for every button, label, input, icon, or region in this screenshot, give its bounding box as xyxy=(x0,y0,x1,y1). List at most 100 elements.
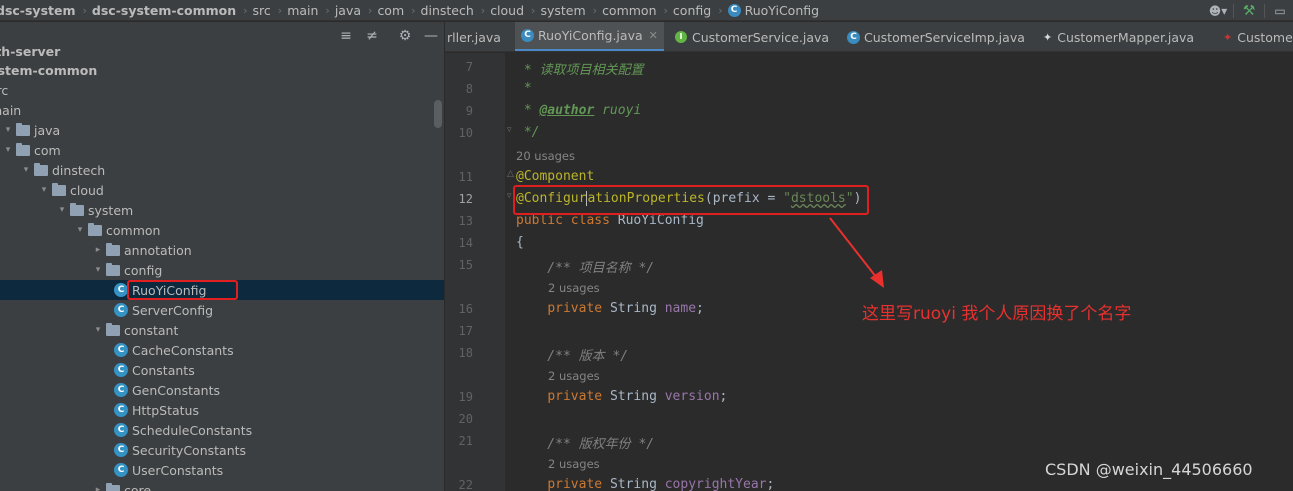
javadoc-tag: @author xyxy=(539,103,595,118)
folder-icon xyxy=(16,142,30,156)
editor-tab[interactable]: ✦ CustomerMapper.java xyxy=(1037,22,1200,51)
fold-icon[interactable]: ▿ xyxy=(507,125,512,135)
tree-item[interactable]: C ServerConfig xyxy=(0,300,444,320)
comment-text: * xyxy=(523,81,532,96)
fold-icon[interactable]: △ xyxy=(507,169,514,179)
tree-item[interactable]: ▸ core xyxy=(0,480,444,491)
line-number: 20 xyxy=(458,412,473,426)
editor-tab[interactable]: ✦ Customer xyxy=(1217,22,1293,51)
breadcrumb-separator-icon: › xyxy=(325,4,330,17)
tree-item[interactable]: C Constants xyxy=(0,360,444,380)
tree-item-label: system xyxy=(88,202,134,218)
tree-item[interactable]: C SecurityConstants xyxy=(0,440,444,460)
tree-item-label: src xyxy=(0,82,9,98)
tree-item-label: ScheduleConstants xyxy=(132,422,253,438)
tree-item[interactable]: auth-server xyxy=(0,41,444,61)
class-icon: C xyxy=(114,423,128,437)
tree-item[interactable]: ▾ com xyxy=(0,140,444,160)
separator xyxy=(1264,3,1265,18)
chevron-down-icon[interactable]: ▾ xyxy=(90,265,106,275)
breadcrumb-item[interactable]: java xyxy=(335,3,365,18)
code-line-22: private String copyrightYear; xyxy=(547,477,775,491)
tree-item-label: ServerConfig xyxy=(132,302,214,318)
usages-hint[interactable]: 2 usages xyxy=(548,369,600,383)
tree-item[interactable]: src xyxy=(0,80,444,100)
class-icon: C xyxy=(114,463,128,477)
tree-item[interactable]: C GenConstants xyxy=(0,380,444,400)
chevron-down-icon[interactable]: ▾ xyxy=(90,325,106,335)
tree-item[interactable]: ▾ config xyxy=(0,260,444,280)
user-icon[interactable]: ☻▾ xyxy=(1205,0,1231,20)
breadcrumb-item[interactable]: system xyxy=(540,3,589,18)
run-config-icon[interactable]: ▭ xyxy=(1267,0,1293,20)
tree-item-label: cloud xyxy=(70,182,104,198)
tree-item[interactable]: C UserConstants xyxy=(0,460,444,480)
folder-icon xyxy=(106,482,120,491)
usages-hint[interactable]: 2 usages xyxy=(548,281,600,295)
breadcrumb-item[interactable]: cloud xyxy=(490,3,528,18)
tree-item-label: main xyxy=(0,102,22,118)
chevron-down-icon[interactable]: ▾ xyxy=(72,225,88,235)
mybatis-bird-icon: ✦ xyxy=(1043,30,1053,44)
class-icon: C xyxy=(727,4,741,17)
line-number: 7 xyxy=(465,60,473,74)
breadcrumb-item[interactable]: src xyxy=(253,3,275,18)
breadcrumb-item[interactable]: dsc-system-common xyxy=(92,3,240,18)
chevron-down-icon[interactable]: ▾ xyxy=(0,125,16,135)
tree-item[interactable]: C ScheduleConstants xyxy=(0,420,444,440)
chevron-down-icon[interactable]: ▾ xyxy=(0,145,16,155)
tree-item-label: SecurityConstants xyxy=(132,442,247,458)
chevron-down-icon[interactable]: ▾ xyxy=(36,185,52,195)
breadcrumb-item[interactable]: common xyxy=(602,3,660,18)
comment-text: 版权年份 xyxy=(578,437,631,452)
close-icon[interactable]: ✕ xyxy=(649,29,658,42)
tree-item[interactable]: ▾ java xyxy=(0,120,444,140)
chevron-down-icon[interactable]: ▾ xyxy=(18,165,34,175)
tree-item[interactable]: ▾ dinstech xyxy=(0,160,444,180)
tree-item[interactable]: main xyxy=(0,100,444,120)
breadcrumb-item[interactable]: com xyxy=(377,3,408,18)
usages-hint[interactable]: 2 usages xyxy=(548,457,600,471)
tree-item[interactable]: ▾ cloud xyxy=(0,180,444,200)
tree-item[interactable]: C HttpStatus xyxy=(0,400,444,420)
separator xyxy=(1233,3,1234,18)
breadcrumb-item[interactable]: main xyxy=(287,3,322,18)
watermark: CSDN @weixin_44506660 xyxy=(1045,460,1253,479)
comment-text: 版本 xyxy=(578,349,605,364)
type-name: String xyxy=(609,477,657,491)
code-line-19: private String version; xyxy=(547,389,728,404)
tree-item-label: HttpStatus xyxy=(132,402,199,418)
breadcrumb-item[interactable]: config xyxy=(673,3,715,18)
tree-item-label: system-common xyxy=(0,62,98,78)
editor-tab[interactable]: C RuoYiConfig.java ✕ xyxy=(515,22,664,51)
breadcrumb-separator-icon: › xyxy=(243,4,248,17)
breadcrumb-item[interactable]: dsc-system xyxy=(0,3,80,18)
type-name: String xyxy=(609,301,657,316)
chevron-right-icon[interactable]: ▸ xyxy=(90,485,106,491)
breadcrumb-item[interactable]: dinstech xyxy=(421,3,478,18)
code-line-15: /** 项目名称 */ xyxy=(516,261,655,276)
line-number: 22 xyxy=(458,478,473,491)
editor-tab[interactable]: C CustomerServiceImp.java xyxy=(841,22,1031,51)
toolbar-right: ☻▾ ⚒ ▭ xyxy=(1205,0,1293,20)
tree-item[interactable]: ▾ common xyxy=(0,220,444,240)
chevron-down-icon[interactable]: ▾ xyxy=(54,205,70,215)
fold-icon[interactable]: ▿ xyxy=(507,191,512,201)
build-hammer-icon[interactable]: ⚒ xyxy=(1236,0,1262,20)
line-number: 16 xyxy=(458,302,473,316)
code-line-18: /** 版本 */ xyxy=(516,349,629,364)
usages-hint[interactable]: 20 usages xyxy=(516,149,575,163)
tree-item[interactable]: ▾ system xyxy=(0,200,444,220)
tree-item[interactable]: ▸ annotation xyxy=(0,240,444,260)
editor-tab[interactable]: rller.java xyxy=(445,22,507,51)
folder-icon xyxy=(34,162,48,176)
author-name: ruoyi xyxy=(602,103,642,118)
editor-tab[interactable]: I CustomerService.java xyxy=(669,22,835,51)
breadcrumb-item[interactable]: C RuoYiConfig xyxy=(727,3,823,18)
tree-item[interactable]: C CacheConstants xyxy=(0,340,444,360)
tree-item[interactable]: ▾ constant xyxy=(0,320,444,340)
tree-item[interactable]: system-common xyxy=(0,60,444,80)
chevron-right-icon[interactable]: ▸ xyxy=(90,245,106,255)
line-number: 12 xyxy=(458,192,473,206)
editor-tabs: rller.java C RuoYiConfig.java ✕ I CustomerSer… xyxy=(445,22,1293,52)
